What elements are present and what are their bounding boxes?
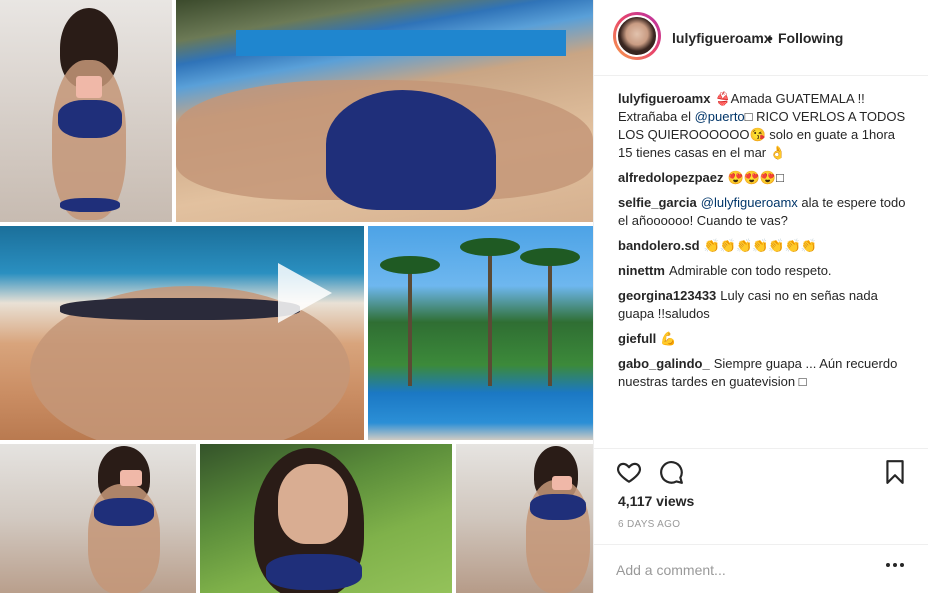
photo-mirror-selfie-1 [0, 0, 172, 222]
comment-item: lulyfigueroamx 👙Amada GUATEMALA !! Extrañ… [618, 90, 913, 162]
post-media[interactable] [0, 0, 593, 593]
photo-selfie-on-grass [200, 444, 452, 593]
comment-username[interactable]: alfredolopezpaez [618, 170, 723, 185]
play-icon[interactable] [270, 261, 334, 325]
header-separator: • [768, 30, 773, 46]
comment-item: alfredolopezpaez 😍😍😍□ [618, 169, 913, 187]
comment-username[interactable]: gabo_galindo_ [618, 356, 710, 371]
more-options-icon[interactable] [886, 563, 904, 569]
comment-username[interactable]: ninettm [618, 263, 665, 278]
comment-username[interactable]: lulyfigueroamx [618, 91, 710, 106]
comment-item: ninettm Admirable con todo respeto. [618, 262, 913, 280]
comment-username[interactable]: selfie_garcia [618, 195, 697, 210]
comment-text: 💪 [660, 331, 677, 346]
comment-item: bandolero.sd 👏👏👏👏👏👏👏 [618, 237, 913, 255]
photo-mirror-selfie-2 [0, 444, 196, 593]
avatar-image [616, 15, 658, 57]
photo-palm-trees-pool [368, 226, 593, 440]
post-timestamp[interactable]: 6 DAYS AGO [618, 519, 680, 530]
comment-username[interactable]: georgina123433 [618, 288, 716, 303]
comment-username[interactable]: bandolero.sd [618, 238, 700, 253]
post-actions: 4,117 views 6 DAYS AGO [594, 448, 928, 593]
add-comment-bar [594, 544, 928, 593]
mention-link[interactable]: @puerto [695, 109, 745, 124]
comment-text: Admirable con todo respeto. [668, 263, 832, 278]
video-abs-closeup[interactable] [0, 226, 364, 440]
photo-poolside-lounging [176, 0, 593, 222]
header-username[interactable]: lulyfigueroamx [672, 30, 772, 46]
post-header: lulyfigueroamx • Following [594, 0, 928, 76]
add-comment-input[interactable] [616, 559, 866, 581]
comment-item: selfie_garcia @lulyfigueroamx ala te espe… [618, 194, 913, 230]
comment-item: georgina123433 Luly casi no en señas nada… [618, 287, 913, 323]
comment-username[interactable]: giefull [618, 331, 656, 346]
view-count[interactable]: 4,117 views [618, 493, 694, 509]
comment-item: gabo_galindo_ Siempre guapa ... Aún recue… [618, 355, 913, 391]
comment-icon[interactable] [658, 459, 684, 485]
comment-text: 😍😍😍□ [727, 170, 784, 185]
following-button[interactable]: Following [778, 30, 843, 46]
comments-list: lulyfigueroamx 👙Amada GUATEMALA !! Extrañ… [618, 90, 913, 398]
mention-link[interactable]: @lulyfigueroamx [701, 195, 798, 210]
comment-item: giefull 💪 [618, 330, 913, 348]
avatar[interactable] [613, 12, 661, 60]
comment-text: 👏👏👏👏👏👏👏 [703, 238, 817, 253]
photo-mirror-selfie-3 [456, 444, 593, 593]
bookmark-icon[interactable] [882, 459, 908, 485]
post-details-panel: lulyfigueroamx • Following lulyfigueroam… [593, 0, 928, 593]
heart-icon[interactable] [616, 459, 642, 485]
